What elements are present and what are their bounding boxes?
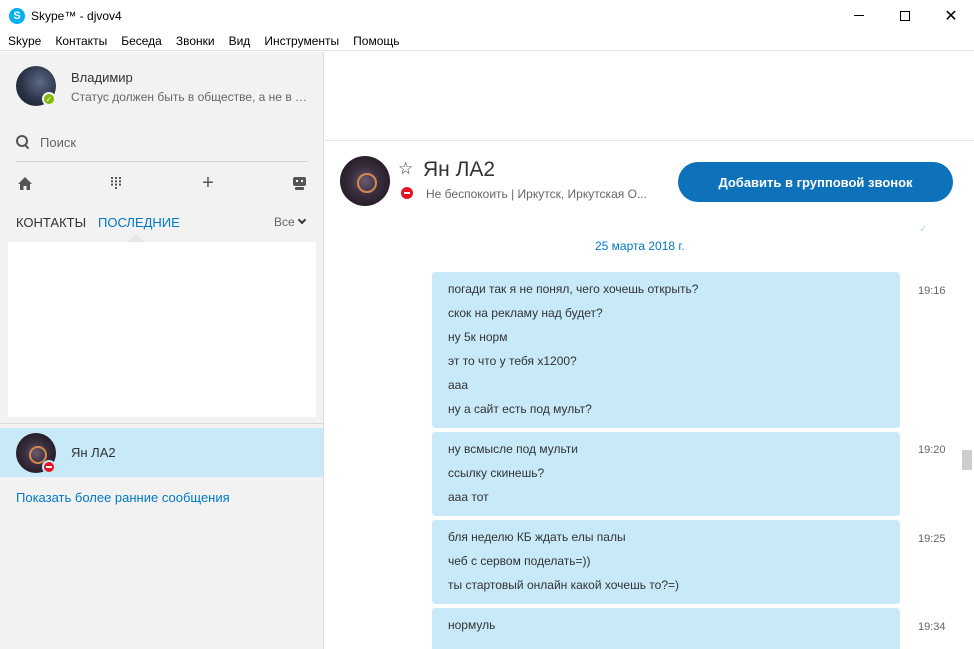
- tab-recent[interactable]: ПОСЛЕДНИЕ: [98, 215, 180, 230]
- star-icon[interactable]: ☆: [398, 159, 413, 179]
- chat-scrollbar[interactable]: [962, 450, 972, 470]
- add-icon: +: [202, 172, 214, 194]
- maximize-icon: [900, 10, 910, 21]
- message-bubble[interactable]: ну всмысле под мульти ссылку скинешь? аа…: [432, 432, 900, 516]
- message-text: погади так я не понял, чего хочешь откры…: [448, 282, 699, 296]
- menu-view[interactable]: Вид: [222, 34, 258, 48]
- message-text: чеб с сервом поделать=)): [448, 554, 591, 568]
- conversation-name: Ян ЛА2: [71, 445, 116, 460]
- menu-skype[interactable]: Skype: [0, 34, 48, 48]
- home-icon: [18, 176, 32, 190]
- do-not-disturb-icon: [42, 460, 56, 474]
- message-text: скок на рекламу над будет?: [448, 306, 603, 320]
- tab-contacts[interactable]: КОНТАКТЫ: [16, 215, 86, 230]
- recent-panel: [8, 242, 316, 417]
- message-text: нормуль: [448, 618, 496, 632]
- close-button[interactable]: ✕: [928, 0, 974, 31]
- menu-calls[interactable]: Звонки: [169, 34, 222, 48]
- message-text: ты стартовый онлайн какой хочешь то?=): [448, 578, 680, 592]
- menu-contacts[interactable]: Контакты: [48, 34, 114, 48]
- top-banner: [325, 52, 974, 141]
- chevron-down-icon: [297, 215, 306, 225]
- chat-history: ✓ 25 марта 2018 г. погади так я не понял…: [325, 222, 974, 649]
- message-text: ааа: [448, 378, 469, 392]
- contact-name[interactable]: Ян ЛА2: [423, 158, 495, 182]
- filter-dropdown[interactable]: Все: [274, 215, 306, 229]
- search-box[interactable]: [16, 132, 306, 152]
- window-controls: ✕: [836, 0, 974, 31]
- contact-header: ☆ Ян ЛА2 Не беспокоить | Иркутск, Иркутс…: [325, 142, 974, 222]
- dialpad-icon: [111, 177, 121, 189]
- message-bubble[interactable]: погади так я не понял, чего хочешь откры…: [432, 272, 900, 428]
- message-text: ну 5к норм: [448, 330, 508, 344]
- message-bubble[interactable]: нормуль: [432, 608, 900, 649]
- online-status-icon: ✓: [42, 92, 56, 106]
- contact-status: Не беспокоить | Иркутск, Иркутская О...: [426, 187, 647, 201]
- message-timestamp: 19:34: [918, 621, 946, 633]
- minimize-button[interactable]: [836, 0, 882, 31]
- message-bubble[interactable]: бля неделю КБ ждать елы палы чеб с серво…: [432, 520, 900, 604]
- contact-avatar[interactable]: [340, 156, 390, 206]
- message-timestamp: 19:25: [918, 533, 946, 545]
- sidebar: ✓ Владимир Статус должен быть в обществе…: [0, 52, 324, 649]
- read-check-icon: ✓: [919, 224, 928, 235]
- message-timestamp: 19:16: [918, 285, 946, 297]
- message-text: ааа тот: [448, 490, 489, 504]
- mood-message[interactable]: Статус должен быть в обществе, а не в с.…: [71, 90, 311, 104]
- minimize-icon: [854, 15, 864, 16]
- menu-help[interactable]: Помощь: [346, 34, 406, 48]
- contact-tabs: КОНТАКТЫ ПОСЛЕДНИЕ Все: [0, 212, 323, 236]
- message-text: ссылку скинешь?: [448, 466, 545, 480]
- close-icon: ✕: [944, 7, 958, 25]
- my-profile[interactable]: ✓ Владимир Статус должен быть в обществе…: [0, 52, 323, 124]
- show-older-messages-link[interactable]: Показать более ранние сообщения: [16, 490, 230, 505]
- bots-button[interactable]: [289, 173, 309, 193]
- search-input[interactable]: [40, 134, 300, 150]
- sidebar-toolbar: +: [0, 168, 323, 196]
- do-not-disturb-icon: [401, 187, 413, 199]
- menu-tools[interactable]: Инструменты: [257, 34, 346, 48]
- conversation-item[interactable]: Ян ЛА2: [0, 428, 323, 477]
- add-to-group-call-button[interactable]: Добавить в групповой звонок: [678, 162, 953, 202]
- skype-logo-icon: S: [9, 7, 25, 24]
- message-timestamp: 19:20: [918, 444, 946, 456]
- menu-conversation[interactable]: Беседа: [114, 34, 169, 48]
- dialpad-button[interactable]: [106, 173, 126, 193]
- maximize-button[interactable]: [882, 0, 928, 31]
- title-bar: S Skype™ - djvov4 ✕: [0, 0, 974, 31]
- date-separator: 25 марта 2018 г.: [595, 239, 685, 253]
- window-title: Skype™ - djvov4: [31, 8, 122, 23]
- message-text: ну всмысле под мульти: [448, 442, 578, 456]
- bot-icon: [292, 177, 306, 190]
- home-button[interactable]: [15, 173, 35, 193]
- message-text: эт то что у тебя х1200?: [448, 354, 577, 368]
- menu-bar: Skype Контакты Беседа Звонки Вид Инструм…: [0, 31, 974, 51]
- search-icon: [16, 135, 30, 149]
- filter-label: Все: [274, 215, 295, 229]
- conversation-pane: ☆ Ян ЛА2 Не беспокоить | Иркутск, Иркутс…: [325, 52, 974, 649]
- add-button[interactable]: +: [198, 173, 218, 193]
- my-name: Владимир: [71, 70, 133, 85]
- tab-indicator: [128, 234, 144, 242]
- divider: [0, 423, 323, 424]
- divider: [16, 161, 308, 162]
- message-text: ну а сайт есть под мульт?: [448, 402, 592, 416]
- message-text: бля неделю КБ ждать елы палы: [448, 530, 626, 544]
